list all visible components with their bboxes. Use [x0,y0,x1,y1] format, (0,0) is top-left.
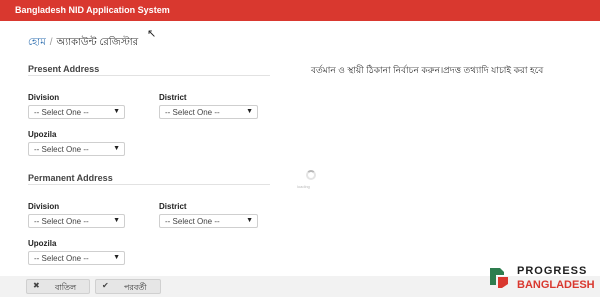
progress-bangladesh-logo [490,268,508,288]
loading-spinner-icon [306,170,316,180]
breadcrumb-home-link[interactable]: হোম [28,37,46,48]
chevron-down-icon: ▼ [113,217,120,224]
breadcrumb: হোম / অ্যাকাউন্ট রেজিস্টার [28,35,138,52]
cancel-button[interactable]: ✖ বাতিল [26,279,90,294]
chevron-down-icon: ▼ [246,217,253,224]
permanent-upozila-select[interactable]: -- Select One -- ▼ [28,251,125,265]
present-district-value: -- Select One -- [165,108,220,117]
present-address-divider [28,75,270,76]
close-icon: ✖ [33,281,40,290]
mouse-pointer-icon: ↖ [147,28,157,40]
permanent-division-value: -- Select One -- [34,217,89,226]
permanent-district-select[interactable]: -- Select One -- ▼ [159,214,258,228]
chevron-down-icon: ▼ [113,145,120,152]
permanent-district-value: -- Select One -- [165,217,220,226]
breadcrumb-separator: / [49,37,53,48]
permanent-division-select[interactable]: -- Select One -- ▼ [28,214,125,228]
present-division-label: Division [28,93,60,102]
permanent-upozila-value: -- Select One -- [34,254,89,263]
present-address-heading: Present Address [28,64,100,74]
cancel-button-label: বাতিল [55,283,77,292]
check-icon: ✔ [102,281,109,290]
breadcrumb-current: অ্যাকাউন্ট রেজিস্টার [56,37,139,48]
present-district-select[interactable]: -- Select One -- ▼ [159,105,258,119]
chevron-down-icon: ▼ [246,108,253,115]
present-division-value: -- Select One -- [34,108,89,117]
present-division-select[interactable]: -- Select One -- ▼ [28,105,125,119]
app-title: Bangladesh NID Application System [15,5,170,15]
form-footer [0,276,600,297]
loading-label: loading [297,184,310,189]
permanent-division-label: Division [28,202,60,211]
next-button-label: পরবর্তী [124,283,147,292]
present-upozila-value: -- Select One -- [34,145,89,154]
brand-line-1: PROGRESS [517,265,588,277]
chevron-down-icon: ▼ [113,108,120,115]
present-district-label: District [159,93,187,102]
permanent-address-heading: Permanent Address [28,173,113,183]
permanent-address-divider [28,184,270,185]
brand-line-2: BANGLADESH [517,279,595,291]
present-upozila-select[interactable]: -- Select One -- ▼ [28,142,125,156]
permanent-upozila-label: Upozila [28,239,57,248]
chevron-down-icon: ▼ [113,254,120,261]
permanent-district-label: District [159,202,187,211]
app-header-bar: Bangladesh NID Application System [0,0,600,21]
instruction-text: বর্তমান ও স্থায়ী ঠিকানা নির্বাচন করুন।প… [311,65,544,75]
present-upozila-label: Upozila [28,130,57,139]
next-button[interactable]: ✔ পরবর্তী [95,279,161,294]
